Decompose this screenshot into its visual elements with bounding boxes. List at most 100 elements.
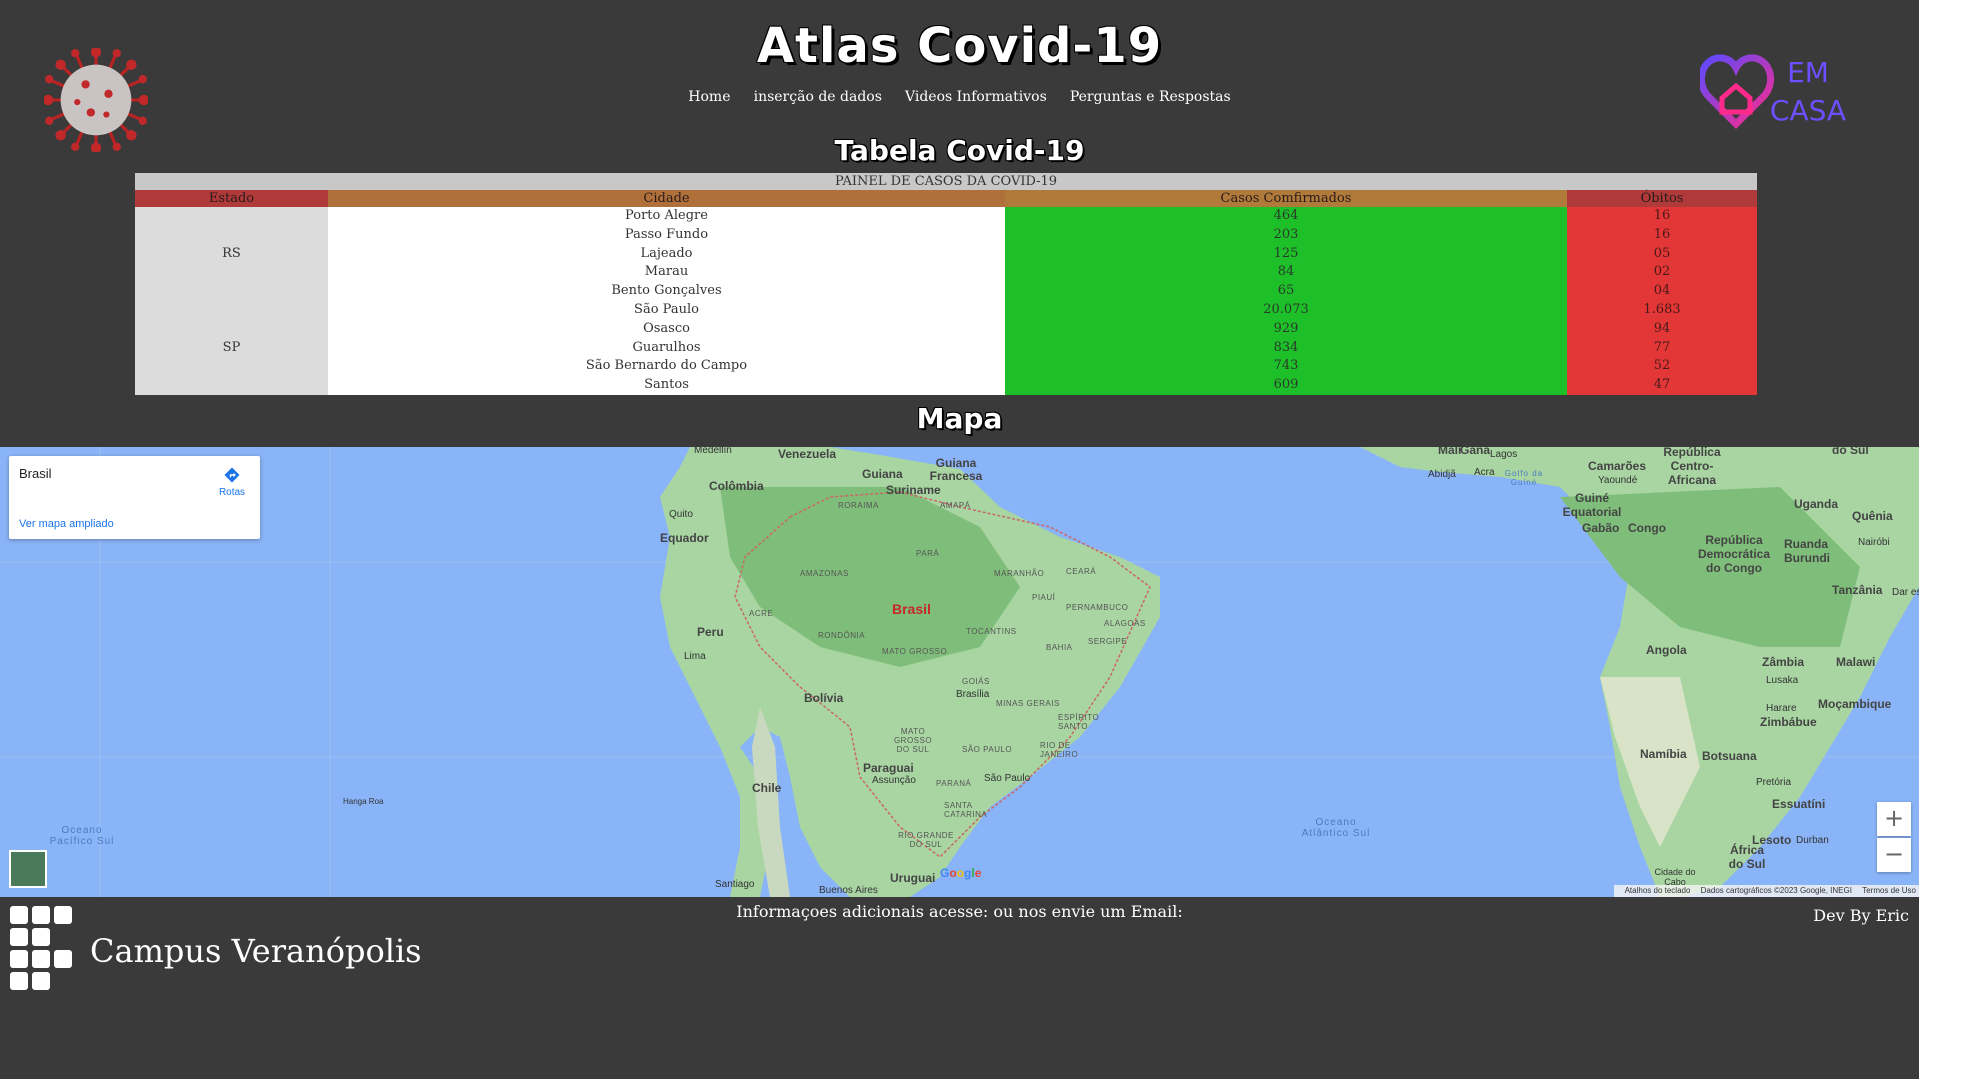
- deaths-cell: 1.683: [1567, 300, 1758, 320]
- map-label-roraima: RORAIMA: [838, 501, 879, 510]
- map-label-essuatini: Essuatíni: [1772, 797, 1826, 811]
- map-layer-toggle[interactable]: [9, 850, 47, 888]
- view-larger-map-link[interactable]: Ver mapa ampliado: [19, 518, 114, 530]
- table-row: São Bernardo do Campo 743 52: [135, 357, 1758, 377]
- map-label-rep-centro-africana: República Centro-Africana: [1663, 447, 1721, 487]
- zoom-out-button[interactable]: −: [1877, 838, 1911, 872]
- nav-home[interactable]: Home: [688, 89, 730, 105]
- map-label-rondonia: RONDÔNIA: [818, 631, 866, 640]
- map-label-rio-de-janeiro: RIO DE JANEIRO: [1040, 741, 1079, 759]
- map-place-card: Brasil Rotas Ver mapa ampliado: [9, 456, 260, 539]
- nav-faq[interactable]: Perguntas e Respostas: [1070, 89, 1231, 105]
- map-label-rio-grande-sul: RIO GRANDE DO SUL: [898, 831, 954, 849]
- map-label-sao-paulo-state: SÃO PAULO: [962, 745, 1013, 754]
- map-label-alagoas: ALAGOAS: [1104, 619, 1146, 628]
- map-label-lagos: Lagos: [1490, 449, 1518, 460]
- logo-casa: CASA: [1770, 94, 1846, 127]
- map-label-pretoria: Pretória: [1756, 777, 1792, 788]
- cases-cell: 929: [1005, 319, 1567, 339]
- deaths-cell: 16: [1567, 225, 1758, 245]
- map-label-namibia: Namíbia: [1640, 747, 1687, 761]
- map-label-lusaka: Lusaka: [1766, 675, 1799, 686]
- map-base: [0, 447, 1919, 897]
- google-map[interactable]: Brasil Colômbia Venezuela Guiana Surinam…: [0, 447, 1919, 897]
- map-label-amapa: AMAPÁ: [940, 501, 971, 510]
- deaths-cell: 47: [1567, 376, 1758, 395]
- deaths-cell: 94: [1567, 319, 1758, 339]
- map-label-venezuela: Venezuela: [778, 447, 837, 461]
- state-cell: RS: [135, 207, 328, 301]
- city-cell: Bento Gonçalves: [328, 282, 1005, 301]
- cases-cell: 743: [1005, 357, 1567, 377]
- map-label-oceano-atlantico: Oceano Atlântico Sul: [1301, 817, 1371, 839]
- map-label-congo: Congo: [1628, 521, 1666, 535]
- map-label-santiago: Santiago: [715, 879, 755, 890]
- map-label-para: PARÁ: [916, 549, 940, 558]
- deaths-cell: 05: [1567, 244, 1758, 264]
- footer-info: Informaçoes adicionais acesse: ou nos en…: [736, 902, 1183, 921]
- deaths-cell: 02: [1567, 263, 1758, 283]
- nav-videos[interactable]: Videos Informativos: [905, 89, 1047, 105]
- deaths-cell: 04: [1567, 282, 1758, 301]
- zoom-in-button[interactable]: +: [1877, 802, 1911, 836]
- map-data-attribution: Dados cartográficos ©2023 Google, INEGI: [1700, 886, 1852, 895]
- map-label-paraguai: Paraguai: [863, 761, 914, 775]
- directions-icon: [224, 467, 240, 483]
- map-label-angola: Angola: [1646, 643, 1687, 657]
- cases-cell: 203: [1005, 225, 1567, 245]
- keyboard-shortcuts-link[interactable]: Atalhos do teclado: [1625, 886, 1691, 895]
- cases-cell: 464: [1005, 207, 1567, 226]
- city-cell: Porto Alegre: [328, 207, 1005, 226]
- map-label-espirito-santo: ESPÍRITO SANTO: [1058, 713, 1100, 731]
- cases-cell: 834: [1005, 338, 1567, 358]
- map-label-medellin: Medellín: [694, 447, 732, 456]
- map-label-mocambique: Moçambique: [1818, 697, 1892, 711]
- map-label-uganda: Uganda: [1794, 497, 1839, 511]
- map-label-quenia: Quênia: [1852, 509, 1893, 523]
- map-label-acre: ACRE: [749, 609, 774, 618]
- map-label-peru: Peru: [697, 625, 724, 639]
- page-title: Atlas Covid-19: [756, 18, 1163, 74]
- map-label-ceara: CEARÁ: [1066, 567, 1097, 576]
- table-row: Passo Fundo 203 16: [135, 225, 1758, 245]
- page: Atlas Covid-19 Home inserção de dados Vi…: [0, 0, 1919, 1079]
- directions-button[interactable]: Rotas: [212, 466, 252, 498]
- map-label-pernambuco: PERNAMBUCO: [1066, 603, 1129, 612]
- map-label-maranhao: MARANHÃO: [994, 569, 1045, 578]
- table-section-title: Tabela Covid-19: [834, 134, 1085, 167]
- map-label-dar-es: Dar es: [1892, 587, 1919, 598]
- map-label-buenos-aires: Buenos Aires: [819, 885, 878, 896]
- nav-data-entry[interactable]: inserção de dados: [754, 89, 882, 105]
- cases-cell: 84: [1005, 263, 1567, 283]
- cases-cell: 125: [1005, 244, 1567, 264]
- map-label-malawi: Malawi: [1836, 655, 1876, 669]
- deaths-cell: 52: [1567, 357, 1758, 377]
- state-cell: SP: [135, 300, 328, 395]
- cases-cell: 20.073: [1005, 300, 1567, 320]
- google-logo: Google: [940, 866, 982, 880]
- cases-cell: 609: [1005, 376, 1567, 395]
- map-label-cidade-cabo: Cidade do Cabo: [1654, 867, 1696, 887]
- em-casa-logo: EM CASA: [1700, 54, 1846, 129]
- map-label-tocantins: TOCANTINS: [966, 627, 1017, 636]
- map-label-santa-catarina: SANTA CATARINA: [944, 801, 988, 819]
- city-cell: Guarulhos: [328, 338, 1005, 358]
- map-label-mato-grosso-sul: MATO GROSSO DO SUL: [893, 727, 933, 754]
- campus-name: Campus Veranópolis: [90, 932, 422, 970]
- map-label-lima: Lima: [684, 651, 706, 662]
- map-label-harare: Harare: [1766, 703, 1797, 714]
- map-label-abidja: Abidjã: [1428, 469, 1456, 480]
- map-label-burundi: Burundi: [1784, 551, 1830, 565]
- deaths-cell: 16: [1567, 207, 1758, 226]
- institute-logo: [10, 906, 72, 990]
- map-label-ruanda: Ruanda: [1784, 537, 1829, 551]
- map-label-brasil: Brasil: [892, 601, 931, 617]
- map-label-sao-paulo: São Paulo: [984, 773, 1031, 784]
- map-label-zimbabue: Zimbábue: [1760, 715, 1817, 729]
- terms-link[interactable]: Termos de Uso: [1862, 886, 1916, 895]
- city-cell: Marau: [328, 263, 1005, 283]
- map-label-uruguai: Uruguai: [890, 871, 936, 885]
- map-label-botsuana: Botsuana: [1702, 749, 1757, 763]
- map-label-guine-equatorial: Guiné Equatorial: [1562, 491, 1622, 519]
- developer-credit: Dev By Eric: [1813, 906, 1909, 925]
